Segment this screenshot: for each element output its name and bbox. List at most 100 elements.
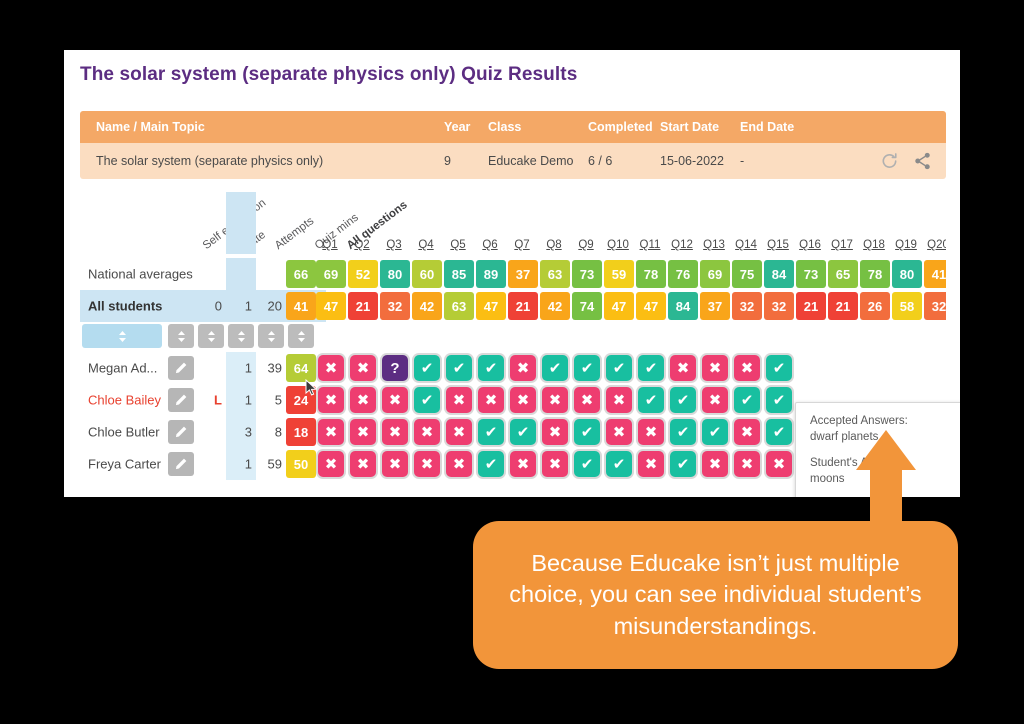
answer-cell-wrong[interactable]: ✖ [382,419,408,445]
answer-cell-wrong[interactable]: ✖ [542,451,568,477]
self-evaluation-edit-button[interactable] [168,388,194,412]
answer-cell-wrong[interactable]: ✖ [414,451,440,477]
answer-cell-wrong[interactable]: ✖ [702,387,728,413]
question-header-q18[interactable]: Q18 [859,239,889,251]
answer-cell-wrong[interactable]: ✖ [510,355,536,381]
answer-cell-correct[interactable]: ✔ [542,355,568,381]
sort-button-name[interactable] [82,324,162,348]
answer-cell-wrong[interactable]: ✖ [510,387,536,413]
question-header-q14[interactable]: Q14 [731,239,761,251]
sort-button-attempts[interactable] [228,324,254,348]
answer-cell-correct[interactable]: ✔ [766,355,792,381]
answer-cell-unknown[interactable]: ? [382,355,408,381]
answer-cell-correct[interactable]: ✔ [702,419,728,445]
sort-button-all-questions[interactable] [288,324,314,348]
question-header-q2[interactable]: Q2 [347,239,377,251]
question-header-q10[interactable]: Q10 [603,239,633,251]
answer-cell-wrong[interactable]: ✖ [670,355,696,381]
answer-cell-correct[interactable]: ✔ [478,355,504,381]
quiz-meta-data-row[interactable]: The solar system (separate physics only)… [80,143,946,179]
answer-cell-wrong[interactable]: ✖ [542,387,568,413]
answer-cell-correct[interactable]: ✔ [478,451,504,477]
answer-cell-correct[interactable]: ✔ [606,355,632,381]
answer-cell-correct[interactable]: ✔ [510,419,536,445]
answer-cell-wrong[interactable]: ✖ [446,387,472,413]
question-header-q12[interactable]: Q12 [667,239,697,251]
answer-cell-correct[interactable]: ✔ [574,355,600,381]
answer-cell-wrong[interactable]: ✖ [702,451,728,477]
answer-cell-wrong[interactable]: ✖ [350,451,376,477]
answer-cell-wrong[interactable]: ✖ [606,387,632,413]
question-header-q15[interactable]: Q15 [763,239,793,251]
answer-cell-correct[interactable]: ✔ [574,419,600,445]
student-name[interactable]: Chloe Bailey [88,393,161,408]
answer-cell-wrong[interactable]: ✖ [350,419,376,445]
question-header-q16[interactable]: Q16 [795,239,825,251]
question-header-q4[interactable]: Q4 [411,239,441,251]
question-header-q9[interactable]: Q9 [571,239,601,251]
answer-cell-wrong[interactable]: ✖ [574,387,600,413]
question-header-q7[interactable]: Q7 [507,239,537,251]
share-icon[interactable] [913,152,932,171]
answer-cell-correct[interactable]: ✔ [446,355,472,381]
answer-cell-wrong[interactable]: ✖ [606,419,632,445]
answer-cell-correct[interactable]: ✔ [766,419,792,445]
question-header-q1[interactable]: Q1 [315,239,345,251]
answer-cell-wrong[interactable]: ✖ [318,451,344,477]
answer-cell-correct[interactable]: ✔ [734,387,760,413]
answer-cell-correct[interactable]: ✔ [638,387,664,413]
answer-cell-correct[interactable]: ✔ [670,387,696,413]
sort-button-late[interactable] [198,324,224,348]
answer-cell-correct[interactable]: ✔ [414,387,440,413]
answer-cell-wrong[interactable]: ✖ [702,355,728,381]
answer-cell-wrong[interactable]: ✖ [638,419,664,445]
answer-cell-wrong[interactable]: ✖ [446,419,472,445]
answer-cell-wrong[interactable]: ✖ [382,451,408,477]
answer-cell-wrong[interactable]: ✖ [478,387,504,413]
question-header-q19[interactable]: Q19 [891,239,921,251]
rotated-header-attempts[interactable]: Attempts [273,215,316,252]
question-header-q3[interactable]: Q3 [379,239,409,251]
answer-cell-wrong[interactable]: ✖ [542,419,568,445]
answer-cell-wrong[interactable]: ✖ [734,451,760,477]
answer-cell-wrong[interactable]: ✖ [318,419,344,445]
refresh-icon[interactable] [880,152,899,171]
question-header-q6[interactable]: Q6 [475,239,505,251]
answer-cell-wrong[interactable]: ✖ [318,387,344,413]
student-name[interactable]: Chloe Butler [88,425,160,440]
student-name[interactable]: Megan Ad... [88,361,157,376]
question-header-q17[interactable]: Q17 [827,239,857,251]
answer-cell-wrong[interactable]: ✖ [510,451,536,477]
answer-cell-correct[interactable]: ✔ [670,451,696,477]
answer-cell-wrong[interactable]: ✖ [734,419,760,445]
answer-cell-wrong[interactable]: ✖ [350,387,376,413]
answer-cell-correct[interactable]: ✔ [478,419,504,445]
question-header-q13[interactable]: Q13 [699,239,729,251]
answer-cell-correct[interactable]: ✔ [766,387,792,413]
answer-cell-correct[interactable]: ✔ [414,355,440,381]
answer-cell-correct[interactable]: ✔ [638,355,664,381]
question-header-q20[interactable]: Q20 [923,239,946,251]
answer-cell-wrong[interactable]: ✖ [318,355,344,381]
sort-button-quiz-mins[interactable] [258,324,284,348]
answer-cell-wrong[interactable]: ✖ [734,355,760,381]
answer-cell-wrong[interactable]: ✖ [446,451,472,477]
answer-cell-correct[interactable]: ✔ [606,451,632,477]
self-evaluation-edit-button[interactable] [168,452,194,476]
answer-cell-correct[interactable]: ✔ [574,451,600,477]
answer-cell-wrong[interactable]: ✖ [766,451,792,477]
answer-cell-wrong[interactable]: ✖ [382,387,408,413]
sort-button-self-evaluation[interactable] [168,324,194,348]
question-header-q8[interactable]: Q8 [539,239,569,251]
answer-cell-wrong[interactable]: ✖ [350,355,376,381]
self-evaluation-edit-button[interactable] [168,356,194,380]
student-row[interactable]: Megan Ad... 1 39 64 ✖ ✖? ✔ ✔ ✔ ✖ ✔ ✔ ✔ ✔ ✖ ✖ ✖ ✔ [80,352,946,384]
answer-cell-correct[interactable]: ✔ [670,419,696,445]
question-header-q11[interactable]: Q11 [635,239,665,251]
question-header-q5[interactable]: Q5 [443,239,473,251]
answer-cell-wrong[interactable]: ✖ [414,419,440,445]
student-name[interactable]: Freya Carter [88,457,161,472]
question-average-cell: 75 [732,260,762,288]
answer-cell-wrong[interactable]: ✖ [638,451,664,477]
self-evaluation-edit-button[interactable] [168,420,194,444]
